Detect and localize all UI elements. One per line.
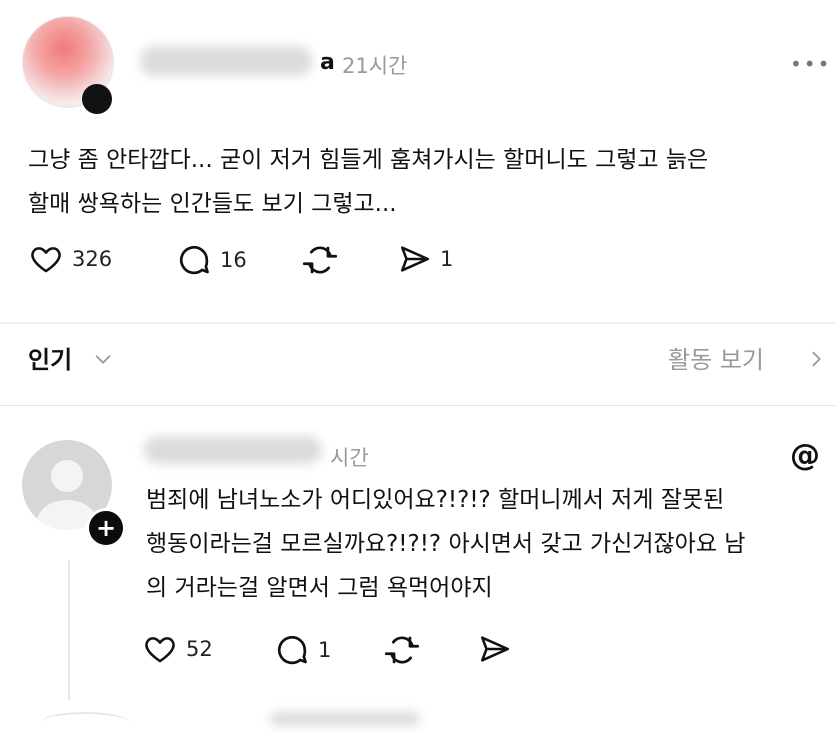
sort-dropdown[interactable] <box>92 348 114 370</box>
next-reply-avatar[interactable] <box>40 712 130 734</box>
share-button[interactable]: 1 <box>398 242 453 276</box>
send-icon <box>480 636 510 662</box>
comment-icon <box>277 635 307 665</box>
like-button[interactable]: 326 <box>28 242 112 276</box>
chevron-right-icon <box>812 351 821 367</box>
comment-icon <box>179 245 209 275</box>
threads-logo-icon: @ <box>790 438 820 473</box>
avatar-badge <box>82 84 112 114</box>
divider <box>0 322 835 324</box>
repost-icon <box>302 246 338 274</box>
reply-comment-button[interactable]: 1 <box>274 632 331 668</box>
username[interactable]: a <box>320 50 335 75</box>
sort-dropdown-label[interactable]: 인기 <box>28 340 72 375</box>
share-count: 1 <box>440 247 454 271</box>
reply-like-count: 52 <box>186 637 213 661</box>
divider <box>0 405 835 406</box>
reply-repost-button[interactable] <box>384 632 420 668</box>
comment-button[interactable]: 16 <box>176 242 247 278</box>
view-activity-link[interactable]: 활동 보기 <box>668 340 764 375</box>
reply-text: 범죄에 남녀노소가 어디있어요?!?!? 할머니께서 저게 잘못된 행동이라는걸… <box>146 487 746 601</box>
view-activity-chevron[interactable] <box>805 346 827 372</box>
reply-share-button[interactable] <box>478 632 512 666</box>
thread-line <box>68 560 70 700</box>
next-reply-username-blurred[interactable] <box>270 712 420 726</box>
more-options-button[interactable]: ••• <box>790 52 831 76</box>
comment-count: 16 <box>220 248 247 272</box>
reply-time: 시간 <box>330 446 369 470</box>
reply-username-blurred[interactable] <box>144 436 322 464</box>
reply-like-button[interactable]: 52 <box>142 632 213 666</box>
chevron-down-icon <box>95 355 111 364</box>
like-count: 326 <box>72 247 113 271</box>
post-text: 그냥 좀 안타깝다... 굳이 저거 힘들게 훔쳐가시는 할머니도 그렇고 늙은… <box>28 147 709 217</box>
heart-icon <box>145 637 175 663</box>
heart-icon <box>31 247 61 273</box>
follow-plus-button[interactable]: + <box>86 508 126 548</box>
reply-comment-count: 1 <box>318 638 332 662</box>
repost-button[interactable] <box>302 242 338 278</box>
send-icon <box>400 246 430 272</box>
username-blurred[interactable] <box>140 46 312 76</box>
repost-icon <box>384 636 420 664</box>
post-time: 21시간 <box>342 54 408 78</box>
